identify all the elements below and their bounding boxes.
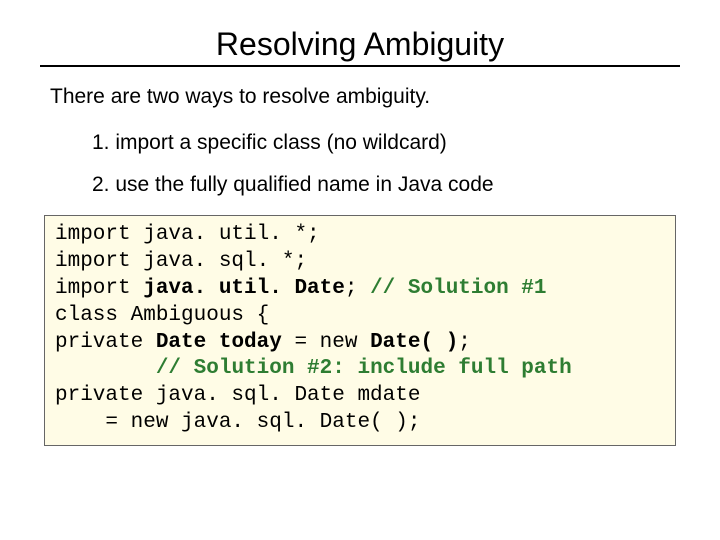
point-2: 2. use the fully qualified name in Java … <box>92 173 680 197</box>
code-line-5e: ; <box>458 331 471 354</box>
code-line-5c: = new <box>282 331 370 354</box>
slide: Resolving Ambiguity There are two ways t… <box>0 0 720 540</box>
point-1: 1. import a specific class (no wildcard) <box>92 131 680 155</box>
code-line-5a: private <box>55 331 156 354</box>
code-block: import java. util. *; import java. sql. … <box>44 215 676 446</box>
code-comment-1: // Solution #1 <box>370 277 546 300</box>
page-title: Resolving Ambiguity <box>40 26 680 63</box>
intro-text: There are two ways to resolve ambiguity. <box>50 85 680 109</box>
code-line-3b: java. util. Date <box>143 277 345 300</box>
code-line-5b: Date today <box>156 331 282 354</box>
code-line-2: import java. sql. *; <box>55 250 307 273</box>
code-line-4: class Ambiguous { <box>55 304 269 327</box>
code-comment-2: // Solution #2: include full path <box>156 357 572 380</box>
code-line-7: private java. sql. Date mdate <box>55 384 420 407</box>
code-line-8: = new java. sql. Date( ); <box>55 411 420 434</box>
points-list: 1. import a specific class (no wildcard)… <box>92 131 680 197</box>
code-line-3a: import <box>55 277 143 300</box>
code-line-1: import java. util. *; <box>55 223 320 246</box>
title-underline <box>40 65 680 67</box>
code-line-3c: ; <box>345 277 370 300</box>
code-line-5d: Date( ) <box>370 331 458 354</box>
code-line-6a <box>55 357 156 380</box>
